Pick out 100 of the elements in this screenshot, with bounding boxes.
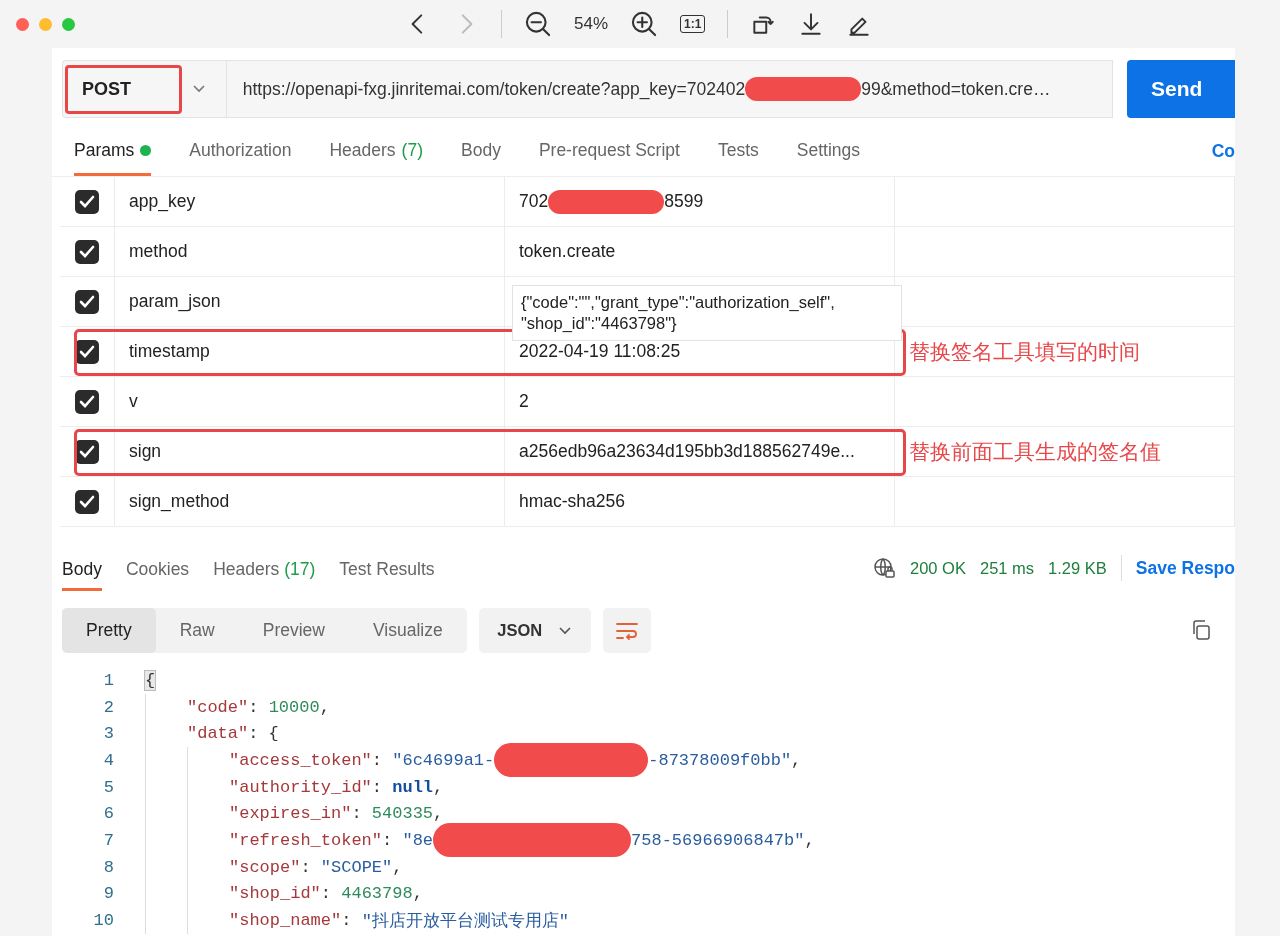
request-tab[interactable]: Body — [461, 140, 501, 176]
code-token: : — [300, 857, 312, 877]
save-response-link[interactable]: Save Respo — [1135, 557, 1235, 579]
param-key: sign_method — [115, 491, 230, 512]
check-icon — [79, 194, 95, 209]
code-token: "shop_name" — [229, 911, 342, 931]
response-tab[interactable]: Body — [62, 559, 102, 591]
param-value: 2 — [519, 391, 529, 412]
request-tab[interactable]: Params — [74, 140, 152, 176]
request-tab[interactable]: Headers (7) — [329, 140, 423, 176]
status-text: 200 OK — [910, 558, 966, 578]
checkbox[interactable] — [75, 389, 99, 414]
code-token: "8e — [402, 830, 434, 850]
code-token: null — [392, 777, 434, 797]
param-value: 2022-04-19 11:08:25 — [519, 341, 681, 362]
zoom-in-icon[interactable] — [630, 10, 659, 38]
checkbox[interactable] — [75, 339, 99, 364]
checkbox[interactable] — [75, 489, 99, 514]
zoom-out-icon[interactable] — [524, 10, 552, 38]
url-text: https://openapi-fxg.jinritemai.com/token/create?app_key=702402 — [242, 78, 746, 100]
param-key: v — [115, 391, 138, 412]
line-number: 4 — [102, 749, 114, 772]
code-token: : — [341, 911, 353, 931]
code-token: "抖店开放平台测试专用店" — [361, 910, 570, 933]
annotation-text: 替换前面工具生成的签名值 — [908, 438, 1161, 465]
value-editor[interactable]: {"code":"","grant_type":"authorization_self", "shop_id":"4463798"} — [512, 285, 902, 341]
line-number: 10 — [92, 910, 114, 933]
code-token: 540335 — [371, 804, 434, 824]
view-mode-tab[interactable]: Pretty — [62, 608, 156, 653]
param-key: param_json — [115, 291, 221, 312]
checkbox[interactable] — [75, 289, 99, 314]
format-dropdown[interactable]: JSON — [478, 608, 591, 653]
code-token: "expires_in" — [229, 804, 352, 824]
line-number: 9 — [102, 883, 114, 906]
cookies-link[interactable]: Co — [1211, 141, 1235, 162]
line-number: 6 — [102, 803, 114, 826]
view-mode-tab[interactable]: Raw — [155, 608, 239, 653]
url-field[interactable]: https://openapi-fxg.jinritemai.com/token/create?app_key=702402 99&method=token.cre… — [225, 60, 1114, 118]
check-icon — [79, 394, 95, 409]
param-key: app_key — [115, 191, 196, 212]
zoom-level: 54% — [574, 14, 609, 34]
method-dropdown[interactable]: POST — [62, 60, 226, 118]
request-tab[interactable]: Settings — [796, 140, 860, 176]
param-key: sign — [115, 441, 162, 462]
response-tab[interactable]: Cookies — [125, 559, 190, 591]
param-key: timestamp — [115, 341, 210, 362]
code-token: , — [804, 830, 815, 850]
response-tab[interactable]: Test Results — [339, 559, 435, 591]
code-token: , — [392, 857, 403, 877]
param-value: hmac-sha256 — [519, 491, 626, 512]
param-value: a256edb96a23634d195bb3d188562749e... — [519, 441, 855, 462]
code-token: : — [320, 884, 333, 904]
code-token: "authority_id" — [229, 777, 372, 797]
code-token: , — [433, 777, 444, 797]
url-text: 99&method=token.cre… — [861, 78, 1051, 100]
close-button[interactable] — [16, 17, 29, 31]
line-number: 7 — [102, 829, 114, 852]
code-token: , — [319, 697, 330, 717]
code-token: "access_token" — [229, 750, 372, 770]
caret-icon — [558, 625, 573, 636]
request-tab[interactable]: Authorization — [189, 140, 292, 176]
line-number: 1 — [102, 669, 114, 692]
line-number: 3 — [102, 723, 114, 746]
code-token: , — [433, 804, 444, 824]
line-number: 8 — [102, 856, 114, 879]
request-tab[interactable]: Tests — [717, 140, 759, 176]
check-icon — [79, 344, 95, 359]
checkbox[interactable] — [75, 239, 99, 264]
globe-lock-icon[interactable] — [872, 556, 896, 580]
send-button[interactable]: Send — [1127, 60, 1235, 118]
code-token: 758-56966906847b" — [631, 830, 805, 850]
wrap-lines-button[interactable] — [602, 608, 651, 653]
line-number: 2 — [102, 696, 114, 719]
request-tab[interactable]: Pre-request Script — [538, 140, 680, 176]
param-value: token.create — [519, 241, 616, 262]
code-token: "SCOPE" — [320, 857, 393, 877]
view-mode-tab[interactable]: Visualize — [349, 608, 467, 653]
line-number: 5 — [102, 776, 114, 799]
code-token: : — [351, 804, 363, 824]
actual-size-button[interactable]: 1:1 — [680, 15, 706, 33]
time-text: 251 ms — [979, 558, 1035, 578]
check-icon — [79, 294, 95, 309]
code-token: , — [412, 884, 423, 904]
check-icon — [79, 444, 95, 459]
view-mode-tab[interactable]: Preview — [238, 608, 349, 653]
code-token: "6c4699a1- — [392, 750, 495, 770]
code-token: : { — [248, 724, 279, 744]
code-token: : — [371, 777, 384, 797]
checkbox[interactable] — [75, 189, 99, 214]
code-token: "refresh_token" — [229, 830, 383, 850]
code-token: , — [791, 750, 802, 770]
code-token: : — [382, 830, 394, 850]
code-token: "scope" — [229, 857, 301, 877]
caret-icon — [192, 84, 206, 94]
checkbox[interactable] — [75, 439, 99, 464]
code-token: "data" — [187, 724, 249, 744]
code-token: 10000 — [268, 697, 320, 717]
method-label: POST — [65, 64, 182, 114]
code-token: : — [371, 750, 384, 770]
response-tab[interactable]: Headers (17) — [213, 559, 316, 591]
